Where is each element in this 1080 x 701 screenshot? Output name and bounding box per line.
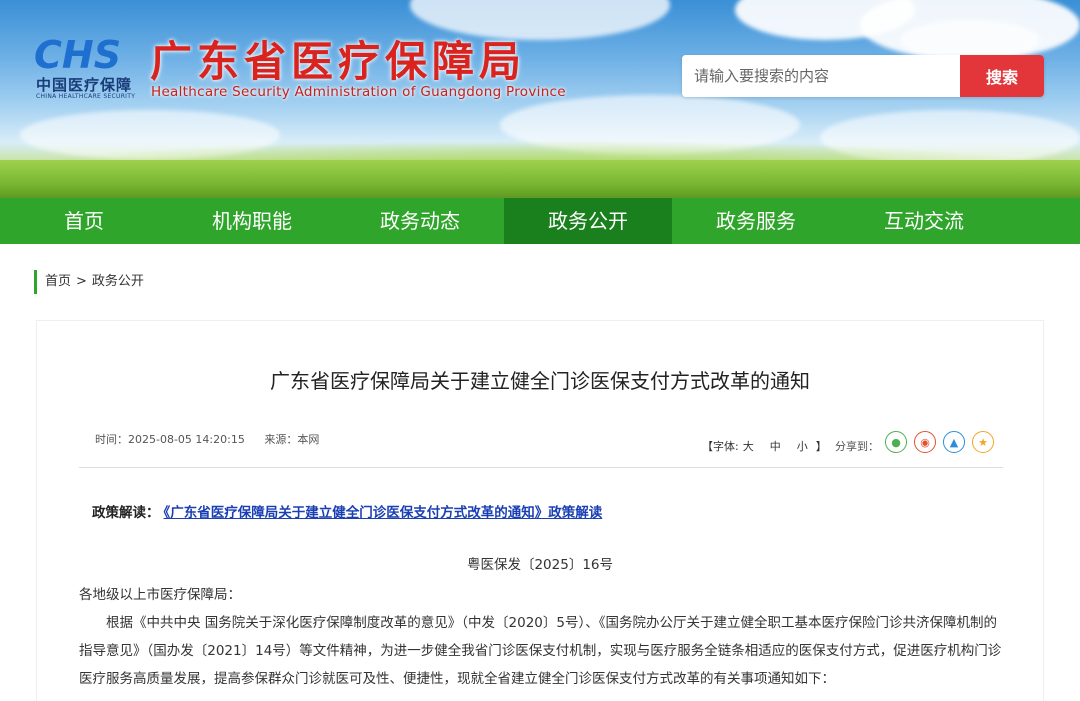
- search-box: 搜索: [682, 55, 1044, 97]
- nav-item-functions[interactable]: 机构职能: [168, 198, 336, 244]
- site-subtitle: Healthcare Security Administration of Gu…: [151, 84, 566, 100]
- article-card: 广东省医疗保障局关于建立健全门诊医保支付方式改革的通知 时间：2025-08-0…: [36, 320, 1044, 701]
- search-button[interactable]: 搜索: [960, 55, 1044, 97]
- breadcrumb-separator: >: [76, 274, 87, 289]
- article-source: 来源：本网: [264, 433, 320, 446]
- share-icons: ● ◉ ▲ ★: [885, 431, 994, 453]
- logo-en-text: CHINA HEALTHCARE SECURITY: [36, 93, 136, 100]
- logo-cn-text: 中国医疗保障: [36, 76, 133, 94]
- main-nav: 首页 机构职能 政务动态 政务公开 政务服务 互动交流: [0, 198, 1080, 244]
- breadcrumb-home[interactable]: 首页: [45, 274, 71, 289]
- nav-item-services[interactable]: 政务服务: [672, 198, 840, 244]
- breadcrumb-current[interactable]: 政务公开: [92, 274, 144, 289]
- cloud: [900, 20, 1040, 60]
- grass: [0, 160, 1080, 198]
- interpretation-link[interactable]: 《广东省医疗保障局关于建立健全门诊医保支付方式改革的通知》政策解读: [164, 505, 603, 521]
- publish-time: 时间：2025-08-05 14:20:15: [95, 433, 245, 446]
- nav-item-interaction[interactable]: 互动交流: [840, 198, 1008, 244]
- policy-interpretation: 政策解读： 《广东省医疗保障局关于建立健全门诊医保支付方式改革的通知》政策解读: [92, 501, 602, 521]
- font-size-control: 【字体: 大 中 小】: [702, 438, 831, 454]
- article-meta: 时间：2025-08-05 14:20:15 来源：本网: [95, 431, 335, 447]
- font-medium-button[interactable]: 中: [770, 440, 781, 453]
- divider: [79, 467, 1003, 468]
- share-label: 分享到：: [835, 440, 879, 453]
- document-number: 粤医保发〔2025〕16号: [466, 557, 614, 573]
- nav-item-public-affairs[interactable]: 政务公开: [504, 198, 672, 244]
- logo-mark-text: CHS: [34, 34, 121, 74]
- interpretation-label: 政策解读：: [92, 505, 160, 521]
- qq-icon[interactable]: ▲: [943, 431, 965, 453]
- site-title: 广东省医疗保障局: [150, 37, 527, 86]
- font-small-button[interactable]: 小: [797, 440, 808, 453]
- article-title: 广东省医疗保障局关于建立健全门诊医保支付方式改革的通知: [270, 369, 810, 393]
- article-body: 各地级以上市医疗保障局： 根据《中共中央 国务院关于深化医疗保障制度改革的意见》…: [79, 581, 1009, 693]
- search-input[interactable]: [682, 55, 960, 97]
- breadcrumb: 首页 > 政务公开: [34, 270, 144, 294]
- font-size-end: 】: [815, 440, 827, 453]
- weibo-icon[interactable]: ◉: [914, 431, 936, 453]
- nav-item-home[interactable]: 首页: [0, 198, 168, 244]
- nav-item-news[interactable]: 政务动态: [336, 198, 504, 244]
- chs-logo-icon: CHS: [34, 34, 121, 74]
- body-paragraph: 根据《中共中央 国务院关于深化医疗保障制度改革的意见》（中发〔2020〕5号）、…: [79, 615, 1002, 687]
- wechat-icon[interactable]: ●: [885, 431, 907, 453]
- qzone-icon[interactable]: ★: [972, 431, 994, 453]
- font-size-label: 【字体:: [702, 440, 739, 453]
- font-large-button[interactable]: 大: [743, 440, 754, 453]
- header-banner: CHS 中国医疗保障 CHINA HEALTHCARE SECURITY 广东省…: [0, 0, 1080, 198]
- addressee: 各地级以上市医疗保障局：: [79, 587, 241, 603]
